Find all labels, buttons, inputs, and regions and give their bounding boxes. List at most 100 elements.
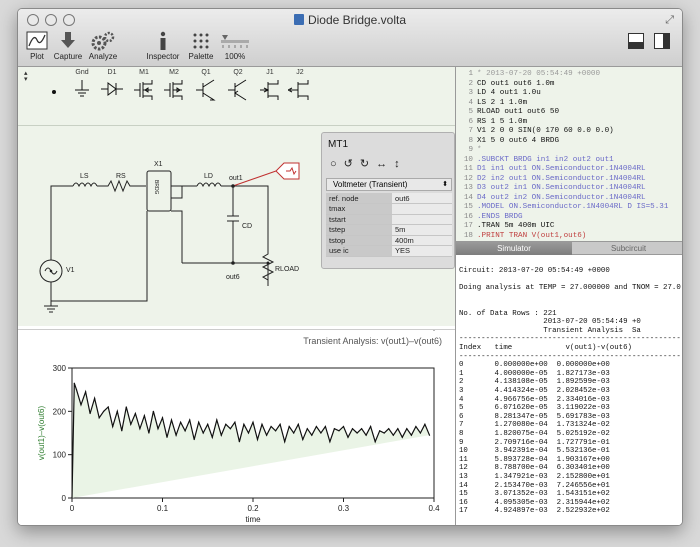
line-text: LD 4 out1 1.0u [477, 89, 541, 97]
resistor-rs[interactable] [97, 179, 146, 193]
parameter-value[interactable]: 5m [392, 224, 452, 236]
tab-bar: Simulator Subcircuit [456, 241, 682, 255]
layout-right-panel-icon[interactable] [654, 33, 670, 49]
palette-scroll-arrows[interactable]: ▴ ▾ [24, 70, 28, 83]
palette-label: D1 [107, 69, 117, 76]
plot-label: Plot [30, 52, 44, 61]
netlist-line: 6 RS 1 5 1.0m [456, 118, 527, 127]
inspector-button[interactable]: Inspector [146, 31, 180, 61]
flip-vertical-icon[interactable]: ↕ [394, 158, 400, 170]
netlist-editor[interactable]: 1 * 2013-07-20 05:54:49 +0000 2 CD out1 out… [456, 67, 682, 241]
zoom-slider[interactable]: 100% [218, 31, 252, 61]
out6-label: out6 [226, 274, 240, 281]
palette-bjt-npn[interactable]: Q1 [192, 69, 220, 102]
parameter-row[interactable]: tstep 5m [326, 224, 452, 236]
fullscreen-icon[interactable]: ⤢ [665, 14, 674, 27]
flip-horizontal-icon[interactable]: ↔ [376, 158, 387, 170]
netlist-line: 18 .PRINT TRAN V(out1,out6) [456, 231, 587, 241]
palette-jfet-p[interactable]: J2 [286, 69, 314, 102]
palette-mosfet-n[interactable]: M1 [130, 69, 158, 102]
data-point [424, 423, 426, 425]
data-point [306, 428, 308, 430]
data-point [134, 412, 136, 415]
data-point [415, 425, 417, 428]
layout-bottom-panel-icon[interactable] [628, 33, 644, 49]
parameter-row[interactable]: tstart [326, 214, 452, 225]
data-point [103, 410, 105, 412]
parameter-value[interactable]: out6 [392, 193, 452, 204]
line-number: 4 [468, 98, 473, 107]
capture-label: Capture [53, 52, 83, 61]
plot-panel: Transient Analysis: v(out1)–v(out6) 0 0.1… [18, 329, 455, 526]
palette-diode[interactable]: D1 [98, 69, 126, 100]
data-point [297, 423, 299, 425]
netlist-line: 15 .MODEL ON.Semiconductor.1N4004RL D IS=… [456, 203, 669, 212]
parameter-value[interactable]: 400m [392, 235, 452, 246]
parameter-value[interactable] [392, 203, 452, 215]
line-number: 17 [463, 222, 473, 230]
data-point [71, 497, 73, 499]
grid-dots-icon [193, 33, 209, 49]
ld-label: LD [204, 173, 213, 180]
parameter-row[interactable]: tmax [326, 203, 452, 215]
line-number: 10 [463, 155, 473, 164]
transient-chart[interactable]: 0 0.1 0.2 0.3 0.4 0 100 200 300 time v(out1)–v(out… [18, 330, 455, 526]
palette-bjt-pnp[interactable]: Q2 [224, 69, 252, 102]
data-point [211, 436, 213, 438]
tab-simulator[interactable]: Simulator [456, 242, 572, 255]
palette-label: Q2 [233, 69, 243, 76]
parameter-row[interactable]: use ic YES [326, 245, 452, 257]
rotate-cw-icon[interactable]: ↻ [360, 158, 369, 170]
output-line: Circuit: 2013-07-20 05:54:49 +0000 [459, 266, 610, 275]
capture-button[interactable]: Capture [52, 31, 84, 61]
data-point [379, 430, 381, 432]
palette-node[interactable] [40, 69, 68, 102]
netlist-line: 11 D1 in1 out1 ON.Semiconductor.1N4004RL [456, 165, 646, 174]
data-point [288, 425, 290, 428]
data-point [225, 423, 227, 425]
parameter-name: use ic [326, 245, 392, 257]
palette-gnd[interactable]: Gnd [68, 69, 96, 100]
netlist-line: 4 LS 2 1 1.0m [456, 99, 527, 108]
rs-label: RS [116, 173, 126, 180]
inductor-ls[interactable] [72, 182, 98, 188]
simulator-output[interactable]: Circuit: 2013-07-20 05:54:49 +0000 Doing … [456, 256, 682, 525]
netlist-line: 9 * [456, 146, 481, 155]
data-point [252, 421, 254, 423]
rotate-ccw-icon[interactable]: ↺ [344, 158, 353, 170]
parameter-value[interactable] [392, 214, 452, 225]
palette-mosfet-p[interactable]: M2 [160, 69, 188, 102]
line-number: 9 [468, 146, 473, 154]
capacitor-cd[interactable] [227, 186, 239, 263]
parameter-row[interactable]: tstop 400m [326, 235, 452, 246]
data-point [238, 441, 240, 443]
tab-subcircuit[interactable]: Subcircuit [572, 242, 682, 255]
plot-button[interactable]: Plot [24, 31, 50, 61]
data-point [189, 419, 191, 421]
data-point [202, 432, 204, 434]
palette-jfet-n[interactable]: J1 [256, 69, 284, 102]
data-point [275, 430, 277, 432]
analyze-button[interactable]: Analyze [86, 31, 120, 61]
node-dot-icon [52, 90, 56, 94]
data-point [342, 425, 345, 428]
inductor-ld[interactable] [196, 182, 222, 188]
line-text: D1 in1 out1 ON.Semiconductor.1N4004RL [477, 165, 646, 173]
data-point [293, 432, 295, 434]
line-text: .PRINT TRAN V(out1,out6) [477, 231, 587, 240]
parameter-row[interactable]: ref. node out6 [326, 193, 452, 204]
data-point [256, 438, 259, 441]
palette-button[interactable]: Palette [186, 31, 216, 61]
data-point [333, 428, 335, 430]
data-point [157, 428, 159, 430]
line-number: 5 [468, 108, 473, 116]
netlist-line: 12 D2 in2 out1 ON.Semiconductor.1N4004RL [456, 175, 646, 184]
circle-icon[interactable]: ○ [330, 158, 337, 170]
ls-label: LS [80, 173, 89, 180]
bridge-label: BRDG [153, 180, 159, 195]
zoom-slider-icon [221, 35, 249, 48]
line-number: 7 [468, 127, 473, 135]
parameter-value[interactable]: YES [392, 245, 452, 257]
line-text: .SUBCKT BRDG in1 in2 out2 out1 [477, 155, 614, 164]
device-type-select[interactable]: Voltmeter (Transient) ⬍ [326, 178, 452, 191]
